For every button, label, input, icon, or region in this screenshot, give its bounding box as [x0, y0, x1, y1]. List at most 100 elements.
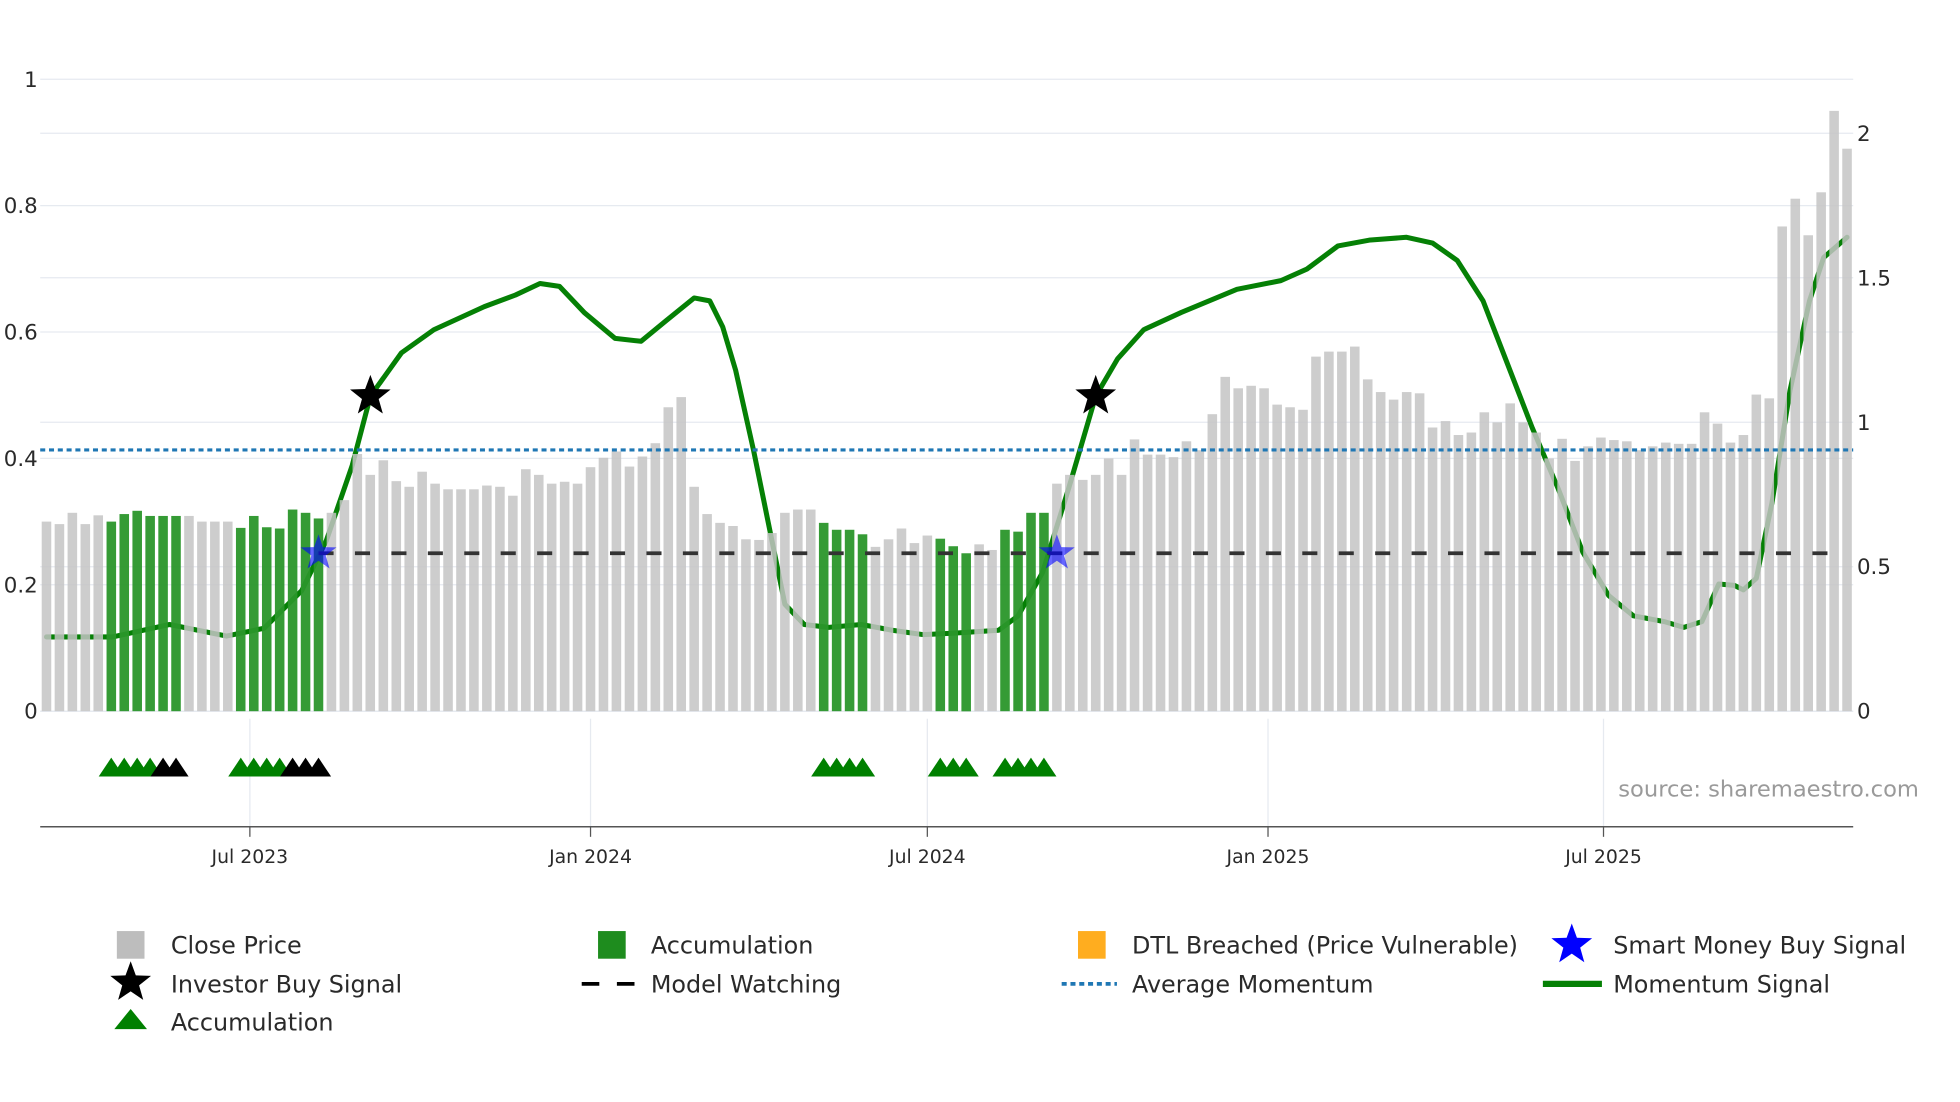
close-price-bar: [1803, 235, 1813, 712]
close-price-bar: [922, 535, 933, 712]
close-price-bar: [1388, 399, 1399, 712]
close-price-bar: [1596, 437, 1606, 712]
close-price-bar: [1557, 438, 1567, 712]
investor-star-icon: [110, 961, 152, 1000]
close-price-bar: [365, 474, 376, 712]
close-price-bar: [521, 469, 531, 712]
close-price-bar: [715, 522, 725, 712]
accumulation-bar: [1026, 512, 1036, 712]
close-price-bar: [41, 521, 52, 712]
close-price-bar: [1259, 388, 1269, 712]
close-price-bar: [1129, 439, 1140, 712]
x-tick-label: Jul 2024: [888, 847, 966, 868]
close-price-bar: [1686, 443, 1697, 712]
close-price-bar: [417, 471, 427, 712]
accumulation-bar: [158, 515, 168, 712]
investor-buy-star-icon: [1075, 374, 1117, 414]
close-price-bar: [1583, 446, 1593, 712]
left-tick-label: 0.4: [4, 447, 38, 472]
legend-investor-buy: Investor Buy Signal: [171, 971, 402, 999]
legend-accumulation-bar: Accumulation: [651, 932, 814, 960]
close-price-bar: [326, 512, 337, 712]
legend-smart-money: Smart Money Buy Signal: [1613, 932, 1906, 960]
close-price-bar: [184, 515, 194, 712]
close-price-bar: [1790, 198, 1801, 712]
close-price-bar: [508, 495, 518, 712]
x-tick-label: Jul 2025: [1564, 847, 1642, 868]
accumulation-bar: [106, 521, 117, 712]
close-price-bar: [1544, 458, 1554, 712]
close-price-bar: [1622, 441, 1632, 712]
close-price-bar: [1518, 422, 1528, 712]
right-axis: 0 0.5 1 1.5 2: [1857, 122, 1891, 725]
left-tick-label: 0.2: [4, 573, 38, 598]
close-price-bar: [1712, 423, 1723, 712]
close-price-bar: [378, 460, 389, 712]
close-price-bar: [1103, 458, 1114, 712]
close-price-bar: [1647, 446, 1658, 712]
close-price-bar: [391, 481, 402, 712]
close-price-bar: [430, 483, 440, 712]
close-price-bar: [1738, 435, 1749, 712]
close-price-bar: [1207, 414, 1218, 712]
right-tick-label: 2: [1857, 122, 1871, 147]
dtl-swatch-icon: [1078, 931, 1106, 959]
close-price-bar: [870, 546, 881, 712]
close-price-bar: [1065, 474, 1075, 712]
close-price-bar: [443, 489, 453, 712]
close-price-bar: [197, 521, 207, 712]
signal-overlay: [40, 374, 1854, 777]
close-price-bar: [689, 486, 699, 712]
close-price-bar: [1453, 435, 1464, 712]
close-price-bar: [974, 544, 984, 712]
legend-dtl-breached: DTL Breached (Price Vulnerable): [1132, 932, 1518, 960]
accumulation-bar: [948, 546, 959, 712]
close-price-bar: [1142, 454, 1153, 712]
smart-money-star-icon: [1551, 923, 1593, 963]
close-price-bar: [1466, 432, 1477, 712]
close-price-swatch-icon: [116, 931, 145, 959]
close-price-bar: [223, 521, 233, 712]
close-price-bar: [1090, 474, 1101, 712]
accumulation-bar: [1000, 529, 1010, 712]
close-price-bar: [1531, 432, 1541, 712]
x-axis: Jul 2023 Jan 2024 Jul 2024 Jan 2025 Jul 2025: [40, 826, 1854, 868]
close-price-bar: [1362, 379, 1373, 712]
close-price-bar: [663, 407, 674, 712]
x-tick-label: Jul 2023: [211, 847, 289, 868]
close-price-bar: [767, 533, 777, 712]
legend-close-price: Close Price: [171, 932, 302, 960]
close-price-bar: [1298, 409, 1308, 712]
accumulation-bar: [261, 527, 272, 712]
close-price-bar: [805, 509, 816, 712]
close-price-bar: [1816, 192, 1826, 712]
accumulation-bar: [249, 515, 259, 712]
close-price-bar: [741, 539, 751, 712]
accumulation-bar: [844, 529, 855, 712]
close-price-bar: [469, 489, 479, 712]
close-price-bar: [559, 481, 570, 712]
close-price-bar: [1699, 412, 1710, 712]
accumulation-bar: [1013, 531, 1023, 712]
left-tick-label: 0: [24, 700, 38, 725]
close-price-bar: [1350, 346, 1360, 712]
close-price-bar: [339, 500, 350, 712]
close-price-bar: [1194, 450, 1205, 712]
close-price-bar: [1078, 479, 1088, 712]
close-price-bar: [1401, 392, 1412, 712]
accumulation-bar: [818, 522, 829, 712]
accumulation-bar: [935, 538, 946, 712]
close-price-bar: [93, 515, 104, 712]
close-price-bar: [1570, 460, 1580, 712]
accumulation-bar: [961, 553, 971, 712]
close-price-bar: [909, 543, 920, 712]
close-price-bar: [896, 528, 907, 712]
close-price-bar: [1492, 422, 1503, 712]
legend-model-watching: Model Watching: [651, 971, 841, 999]
close-price-bar: [1181, 441, 1192, 712]
close-price-bar: [1427, 427, 1438, 712]
close-price-bar: [1246, 385, 1256, 712]
close-price-bar: [482, 485, 492, 712]
price-bars: [41, 110, 1852, 712]
grid-lines: [40, 78, 1854, 827]
